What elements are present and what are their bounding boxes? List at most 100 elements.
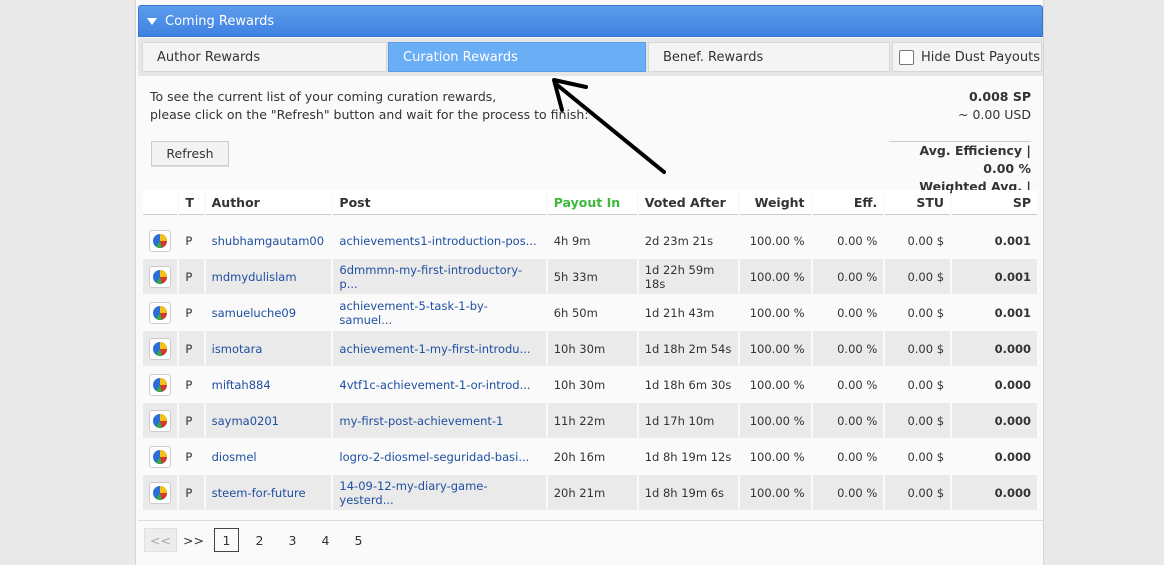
cell-weight: 100.00 % (739, 331, 811, 367)
cell-post[interactable]: logro-2-diosmel-seguridad-basi... (333, 439, 546, 475)
table-row: Pmdmydulislam 6dmmmn-my-first-introductor… (143, 259, 1037, 295)
col-payout-in[interactable]: Payout In (547, 190, 637, 215)
cell-type: P (179, 439, 204, 475)
hide-dust-checkbox[interactable] (899, 49, 914, 65)
cell-author[interactable]: sayma0201 (205, 403, 332, 439)
cell-stu: 0.00 $ (885, 439, 951, 475)
cell-post[interactable]: achievements1-introduction-pos... (333, 223, 546, 259)
col-stu[interactable]: STU (885, 190, 951, 215)
cell-voted-after: 1d 22h 59m 18s (638, 259, 738, 295)
pie-chart-icon[interactable] (149, 229, 171, 252)
cell-eff: 0.00 % (812, 259, 884, 295)
cell-payout-in: 4h 9m (547, 223, 637, 259)
cell-author[interactable]: diosmel (205, 439, 332, 475)
col-icon (143, 190, 178, 215)
total-sp: 0.008 SP (968, 89, 1031, 104)
refresh-button[interactable]: Refresh (151, 141, 229, 166)
coming-rewards-header[interactable]: Coming Rewards (138, 5, 1043, 37)
cell-payout-in: 5h 33m (547, 259, 637, 295)
cell-voted-after: 2d 23m 21s (638, 223, 738, 259)
row-icon-cell (143, 259, 178, 295)
pie-chart-icon[interactable] (149, 409, 171, 432)
cell-type: P (179, 475, 204, 511)
page-3-button[interactable]: 3 (276, 528, 309, 552)
table-row: Psamueluche09 achievement-5-task-1-by-sam… (143, 295, 1037, 331)
cell-author[interactable]: miftah884 (205, 367, 332, 403)
cell-voted-after: 1d 18h 2m 54s (638, 331, 738, 367)
col-voted-after[interactable]: Voted After (638, 190, 738, 215)
pie-chart-icon[interactable] (149, 445, 171, 468)
cell-post[interactable]: 14-09-12-my-diary-game-yesterd... (333, 475, 546, 511)
table-header-row: T Author Post Payout In Voted After Weig… (143, 190, 1037, 215)
table-row: Pmiftah884 4vtf1c-achievement-1-or-introd… (143, 367, 1037, 403)
cell-voted-after: 1d 17h 10m (638, 403, 738, 439)
table-row: Pismotara achievement-1-my-first-introdu.… (143, 331, 1037, 367)
cell-post[interactable]: achievement-5-task-1-by-samuel... (333, 295, 546, 331)
cell-voted-after: 1d 21h 43m (638, 295, 738, 331)
cell-voted-after: 1d 8h 19m 6s (638, 475, 738, 511)
cell-voted-after: 1d 8h 19m 12s (638, 439, 738, 475)
cell-post[interactable]: my-first-post-achievement-1 (333, 403, 546, 439)
col-type[interactable]: T (179, 190, 204, 215)
curation-rewards-table: T Author Post Payout In Voted After Weig… (141, 190, 1039, 511)
table-row: Pshubhamgautam00 achievements1-introducti… (143, 223, 1037, 259)
cell-author[interactable]: shubhamgautam00 (205, 223, 332, 259)
hide-dust-label: Hide Dust Payouts (921, 49, 1040, 65)
cell-post[interactable]: achievement-1-my-first-introdu... (333, 331, 546, 367)
reward-tabs: Author Rewards Curation Rewards Benef. R… (138, 38, 1043, 76)
pie-chart-icon[interactable] (149, 373, 171, 396)
tab-author-rewards[interactable]: Author Rewards (142, 42, 387, 72)
cell-payout-in: 11h 22m (547, 403, 637, 439)
pie-chart-icon[interactable] (149, 301, 171, 324)
col-eff[interactable]: Eff. (812, 190, 884, 215)
cell-payout-in: 20h 16m (547, 439, 637, 475)
cell-sp: 0.000 (952, 475, 1037, 511)
cell-sp: 0.000 (952, 331, 1037, 367)
cell-eff: 0.00 % (812, 331, 884, 367)
col-post[interactable]: Post (333, 190, 546, 215)
cell-payout-in: 10h 30m (547, 331, 637, 367)
page-1-button[interactable]: 1 (214, 528, 239, 552)
avg-efficiency: Avg. Efficiency | 0.00 % (919, 143, 1031, 176)
col-weight[interactable]: Weight (739, 190, 811, 215)
info-text: To see the current list of your coming c… (150, 88, 589, 124)
info-line-2: please click on the "Refresh" button and… (150, 107, 589, 122)
cell-author[interactable]: mdmydulislam (205, 259, 332, 295)
cell-author[interactable]: ismotara (205, 331, 332, 367)
pie-chart-icon[interactable] (149, 481, 171, 504)
cell-eff: 0.00 % (812, 403, 884, 439)
row-icon-cell (143, 475, 178, 511)
cell-post[interactable]: 4vtf1c-achievement-1-or-introd... (333, 367, 546, 403)
cell-eff: 0.00 % (812, 475, 884, 511)
pie-chart-icon[interactable] (149, 265, 171, 288)
hide-dust-payouts-toggle[interactable]: Hide Dust Payouts (892, 42, 1042, 72)
page-5-button[interactable]: 5 (342, 528, 375, 552)
table-body: Pshubhamgautam00 achievements1-introducti… (143, 215, 1037, 511)
table-row: Psteem-for-future 14-09-12-my-diary-game-… (143, 475, 1037, 511)
pagination: << >> 1 2 3 4 5 (144, 528, 375, 552)
cell-type: P (179, 367, 204, 403)
page-4-button[interactable]: 4 (309, 528, 342, 552)
cell-post[interactable]: 6dmmmn-my-first-introductory-p... (333, 259, 546, 295)
table-row: Pdiosmel logro-2-diosmel-seguridad-basi..… (143, 439, 1037, 475)
page-next-button[interactable]: >> (177, 528, 210, 552)
page-2-button[interactable]: 2 (243, 528, 276, 552)
collapse-triangle-icon[interactable] (147, 17, 157, 25)
cell-stu: 0.00 $ (885, 475, 951, 511)
row-icon-cell (143, 439, 178, 475)
cell-stu: 0.00 $ (885, 223, 951, 259)
cell-author[interactable]: steem-for-future (205, 475, 332, 511)
col-author[interactable]: Author (205, 190, 332, 215)
row-icon-cell (143, 331, 178, 367)
page-prev-button[interactable]: << (144, 528, 177, 552)
col-sp[interactable]: SP (952, 190, 1037, 215)
header-title: Coming Rewards (165, 13, 275, 29)
tab-benef-rewards[interactable]: Benef. Rewards (648, 42, 890, 72)
row-icon-cell (143, 403, 178, 439)
pie-chart-icon[interactable] (149, 337, 171, 360)
cell-author[interactable]: samueluche09 (205, 295, 332, 331)
tab-curation-rewards[interactable]: Curation Rewards (388, 42, 646, 72)
cell-weight: 100.00 % (739, 475, 811, 511)
cell-eff: 0.00 % (812, 367, 884, 403)
cell-type: P (179, 403, 204, 439)
